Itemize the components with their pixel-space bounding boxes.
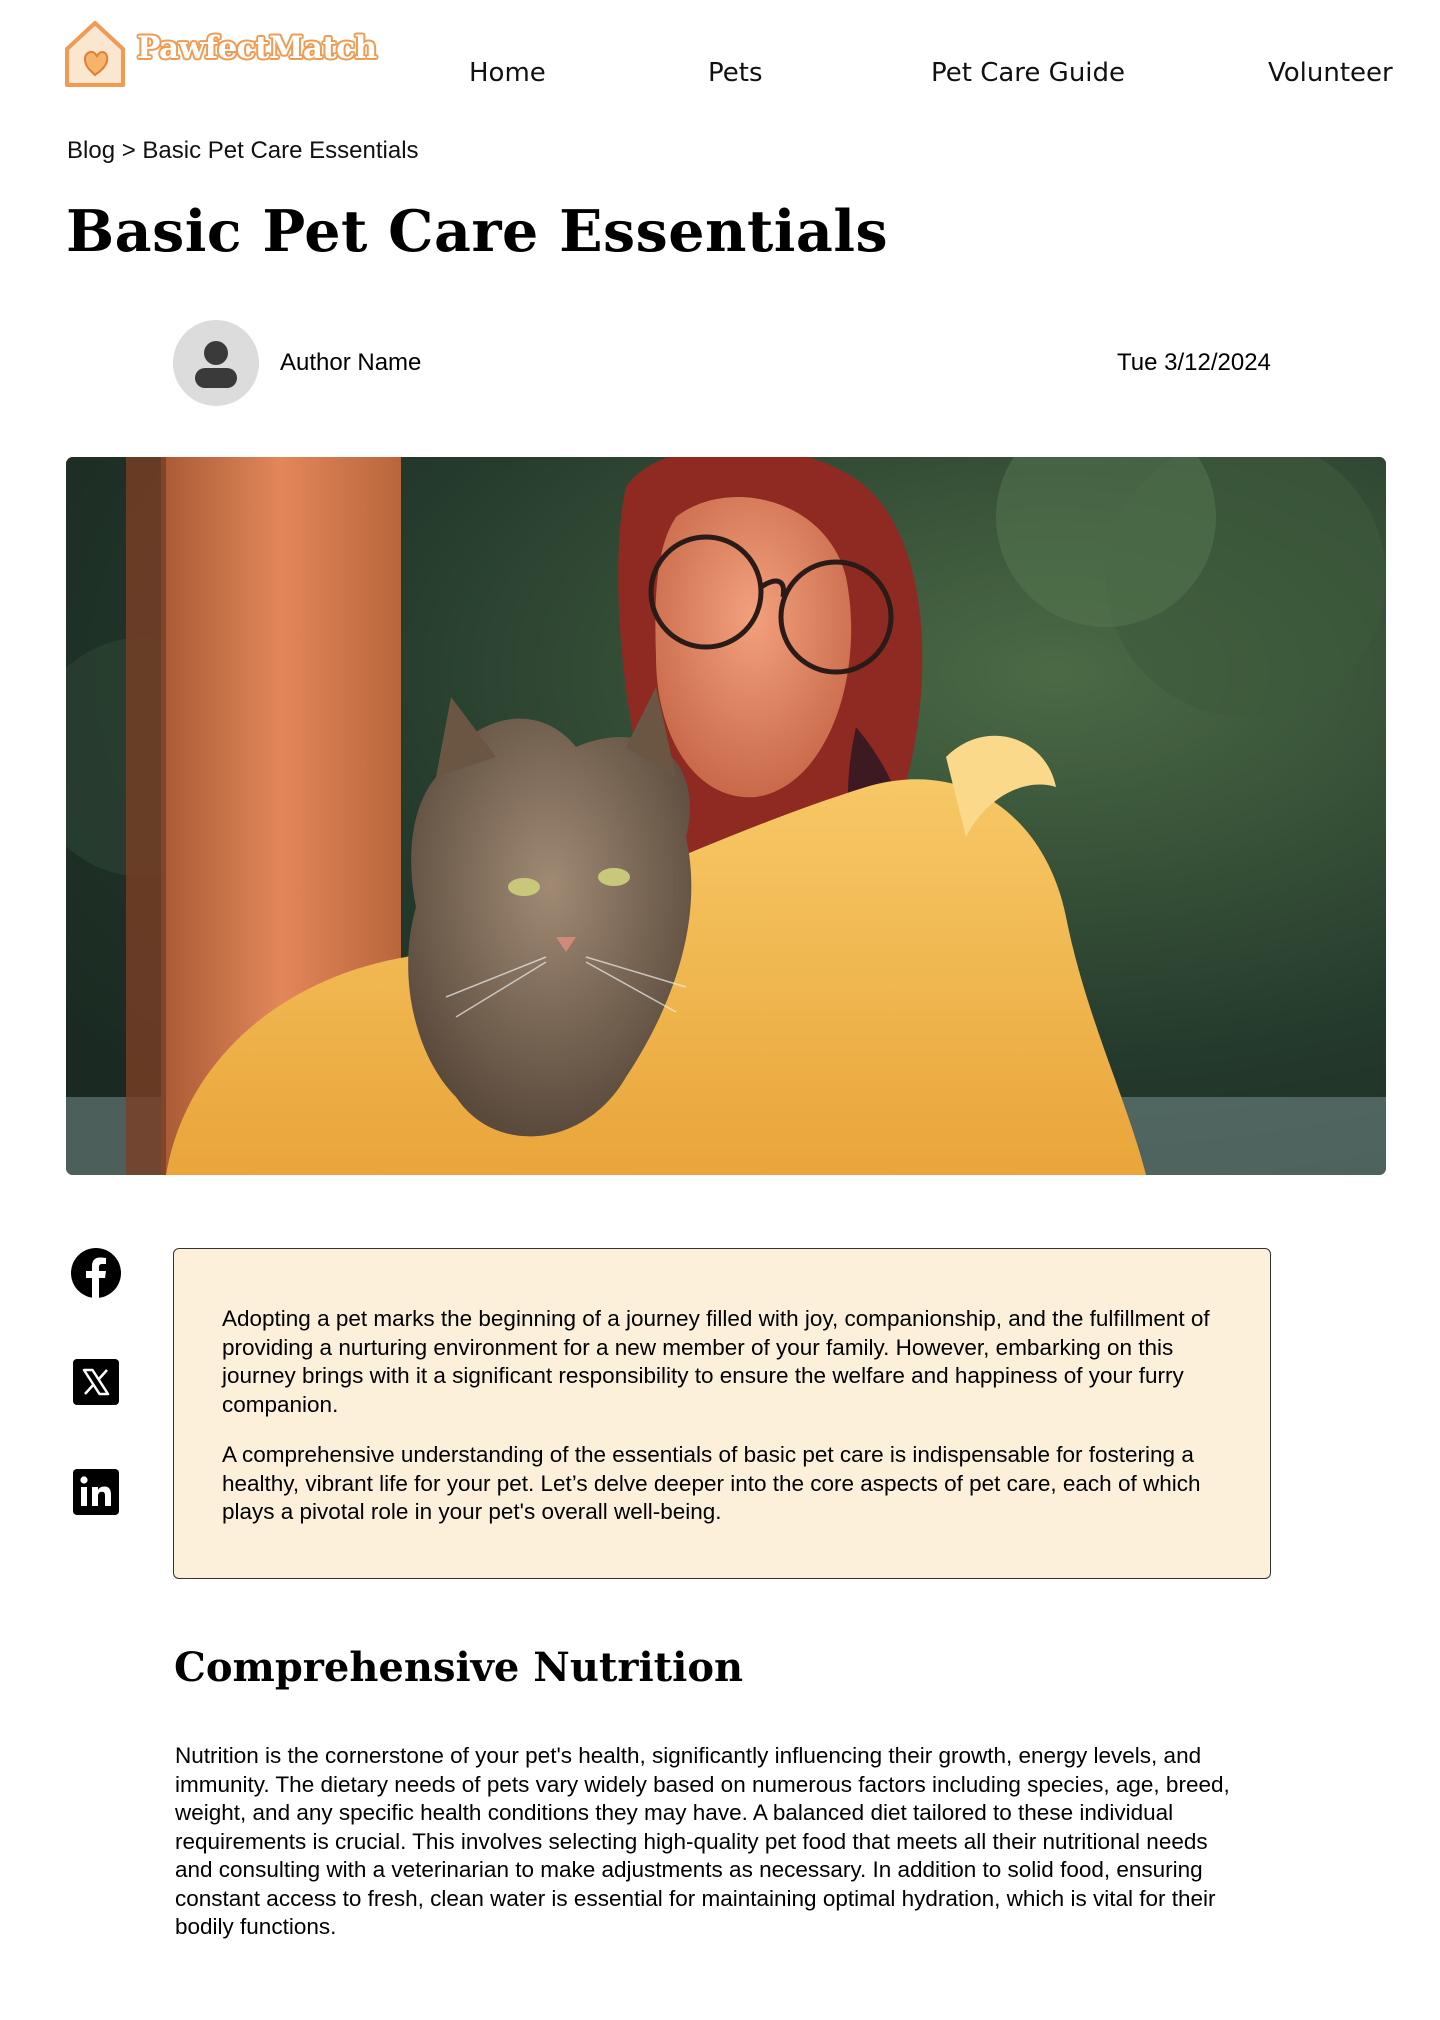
user-icon xyxy=(195,341,237,388)
nav-pet-care-guide[interactable]: Pet Care Guide xyxy=(931,58,1125,88)
avatar xyxy=(173,320,259,406)
breadcrumb-blog[interactable]: Blog xyxy=(67,137,115,164)
section-body: Nutrition is the cornerstone of your pet… xyxy=(175,1743,1230,1939)
intro-callout: Adopting a pet marks the beginning of a … xyxy=(173,1248,1271,1579)
house-heart-icon xyxy=(65,21,125,87)
author-name[interactable]: Author Name xyxy=(280,349,421,377)
hero-image xyxy=(66,457,1386,1175)
breadcrumb-current: Basic Pet Care Essentials xyxy=(142,137,419,164)
breadcrumb: Blog > Basic Pet Care Essentials xyxy=(67,137,419,165)
facebook-share-button[interactable] xyxy=(70,1247,122,1299)
linkedin-share-button[interactable] xyxy=(70,1466,122,1518)
nav-pets[interactable]: Pets xyxy=(708,58,763,88)
facebook-icon xyxy=(71,1248,121,1299)
brand-logo[interactable]: PawfectMatch xyxy=(63,19,377,89)
brand-name: PawfectMatch xyxy=(137,30,377,66)
linkedin-icon xyxy=(73,1469,119,1515)
site-header: PawfectMatch Home Pets Pet Care Guide Vo… xyxy=(0,0,1440,110)
nav-home[interactable]: Home xyxy=(469,58,546,88)
page-title: Basic Pet Care Essentials xyxy=(66,198,889,265)
breadcrumb-separator: > xyxy=(115,137,143,164)
x-twitter-icon xyxy=(73,1359,119,1405)
nav-volunteer[interactable]: Volunteer xyxy=(1268,58,1393,88)
intro-paragraph: A comprehensive understanding of the ess… xyxy=(222,1442,1201,1524)
woman-holding-kitten-photo xyxy=(66,457,1386,1175)
intro-paragraph: Adopting a pet marks the beginning of a … xyxy=(222,1306,1210,1417)
section-title: Comprehensive Nutrition xyxy=(174,1644,744,1691)
x-share-button[interactable] xyxy=(70,1356,122,1408)
post-date: Tue 3/12/2024 xyxy=(1117,349,1271,376)
